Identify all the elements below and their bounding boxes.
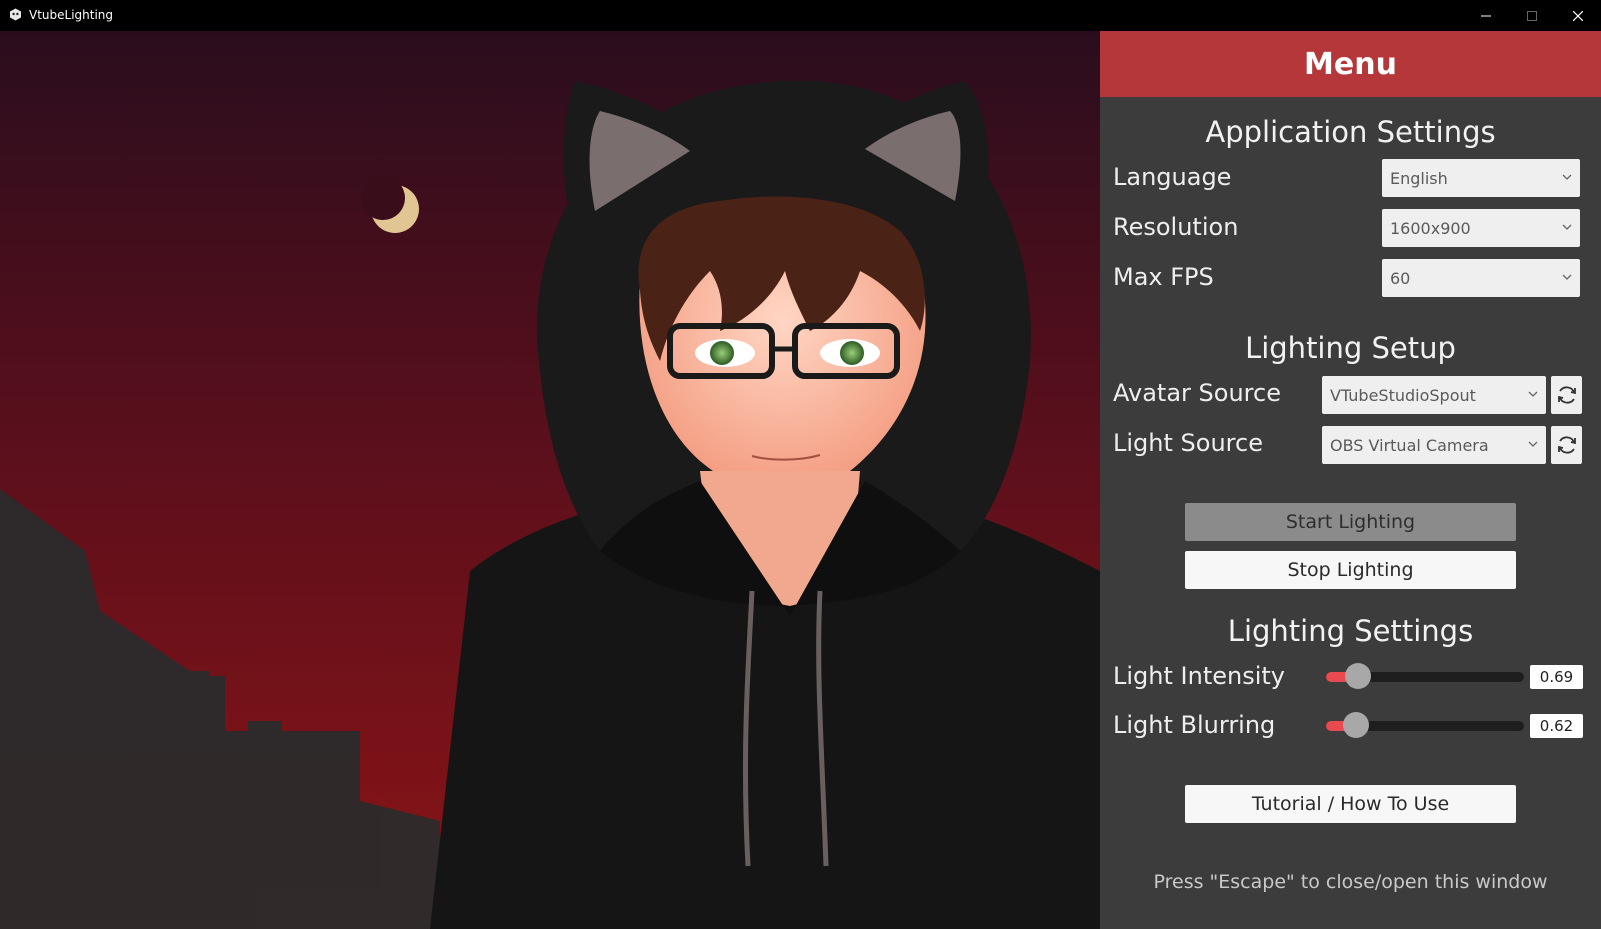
chevron-down-icon bbox=[1562, 174, 1572, 180]
light-source-select-value: OBS Virtual Camera bbox=[1330, 435, 1489, 455]
title-bar: VtubeLighting bbox=[0, 0, 1601, 31]
application-settings-title: Application Settings bbox=[1205, 115, 1496, 149]
max-fps-select[interactable]: 60 bbox=[1382, 259, 1580, 297]
refresh-icon bbox=[1557, 436, 1576, 454]
avatar-viewport bbox=[0, 31, 1100, 929]
menu-panel: Menu Application Settings Language Engli… bbox=[1100, 31, 1601, 929]
language-select[interactable]: English bbox=[1382, 159, 1580, 197]
refresh-icon bbox=[1557, 386, 1576, 404]
close-icon bbox=[1573, 10, 1583, 21]
max-fps-label: Max FPS bbox=[1113, 263, 1214, 291]
app-icon bbox=[10, 8, 21, 21]
avatar-source-refresh-button[interactable] bbox=[1551, 376, 1582, 414]
resolution-label: Resolution bbox=[1113, 213, 1239, 241]
escape-hint: Press "Escape" to close/open this window bbox=[1153, 871, 1548, 893]
minimize-button[interactable] bbox=[1463, 0, 1509, 31]
light-blurring-value[interactable]: 0.62 bbox=[1530, 714, 1583, 738]
lighting-setup-title: Lighting Setup bbox=[1245, 331, 1456, 365]
maximize-icon bbox=[1527, 10, 1537, 21]
light-blurring-slider[interactable] bbox=[1326, 711, 1524, 741]
light-blurring-label: Light Blurring bbox=[1113, 711, 1276, 739]
chevron-down-icon bbox=[1528, 441, 1538, 447]
slider-thumb[interactable] bbox=[1342, 712, 1369, 738]
light-intensity-slider[interactable] bbox=[1326, 662, 1524, 692]
max-fps-select-value: 60 bbox=[1390, 268, 1411, 288]
chevron-down-icon bbox=[1562, 274, 1572, 280]
window-title: VtubeLighting bbox=[29, 8, 114, 22]
language-select-value: English bbox=[1390, 168, 1448, 188]
slider-thumb[interactable] bbox=[1344, 663, 1371, 689]
light-source-select[interactable]: OBS Virtual Camera bbox=[1322, 426, 1546, 464]
avatar-scene bbox=[0, 31, 1100, 929]
lighting-settings-title: Lighting Settings bbox=[1227, 614, 1474, 648]
language-label: Language bbox=[1113, 163, 1232, 191]
light-source-refresh-button[interactable] bbox=[1551, 426, 1582, 464]
light-intensity-value[interactable]: 0.69 bbox=[1530, 665, 1583, 689]
light-source-label: Light Source bbox=[1113, 429, 1263, 457]
avatar-source-label: Avatar Source bbox=[1113, 379, 1281, 407]
start-lighting-button[interactable]: Start Lighting bbox=[1185, 503, 1516, 541]
chevron-down-icon bbox=[1562, 224, 1572, 230]
chevron-down-icon bbox=[1528, 391, 1538, 397]
tutorial-button[interactable]: Tutorial / How To Use bbox=[1185, 785, 1516, 823]
close-button[interactable] bbox=[1555, 0, 1601, 31]
maximize-button[interactable] bbox=[1509, 0, 1555, 31]
resolution-select[interactable]: 1600x900 bbox=[1382, 209, 1580, 247]
resolution-select-value: 1600x900 bbox=[1390, 218, 1471, 238]
light-intensity-label: Light Intensity bbox=[1113, 662, 1285, 690]
avatar-source-select-value: VTubeStudioSpout bbox=[1330, 385, 1476, 405]
menu-header: Menu bbox=[1100, 31, 1601, 97]
avatar-source-select[interactable]: VTubeStudioSpout bbox=[1322, 376, 1546, 414]
stop-lighting-button[interactable]: Stop Lighting bbox=[1185, 551, 1516, 589]
minimize-icon bbox=[1481, 15, 1491, 16]
